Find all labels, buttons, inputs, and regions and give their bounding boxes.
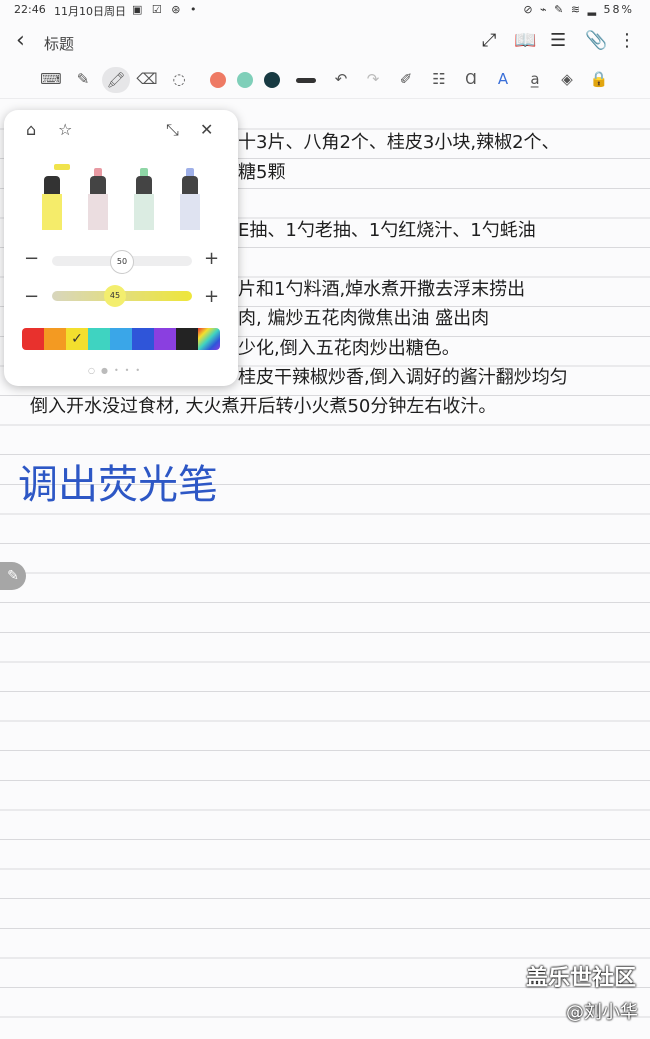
note-line: 少化,倒入五花肉炒出糖色。 (238, 338, 460, 359)
attach-icon[interactable]: 📎 (585, 30, 607, 51)
align-icon[interactable]: ☷ (428, 70, 450, 88)
note-line: 肉, 煸炒五花肉微焦出油 盛出肉 (238, 308, 490, 329)
size-decrease-button[interactable]: − (24, 248, 39, 269)
shape-icon[interactable]: ✐ (395, 70, 417, 88)
redo-icon[interactable]: ↷ (362, 70, 384, 88)
opacity-increase-button[interactable]: + (204, 286, 219, 307)
more-options-icon[interactable]: ⋮ (618, 30, 636, 51)
fill-icon[interactable]: ◈ (556, 70, 578, 88)
note-line: 十3片、八角2个、桂皮3小块,辣椒2个、 (238, 132, 560, 153)
pen-icon[interactable]: ✎ (72, 70, 94, 88)
palette-purple[interactable] (154, 328, 176, 350)
note-line: 倒入开水没过食材, 大火煮开后转小火煮50分钟左右收汁。 (30, 396, 497, 417)
highlighter-icon[interactable]: 🖍 (102, 67, 130, 93)
color-palette: ✓ (22, 328, 220, 350)
highlighter-settings-popup: ⌂ ☆ ⤡ ✕ − 50 + − 45 + ✓ ○●••• (4, 110, 238, 386)
checkmark-icon: ✓ (71, 331, 83, 347)
green-highlighter[interactable] (134, 162, 154, 230)
palette-red[interactable] (22, 328, 44, 350)
size-increase-button[interactable]: + (204, 248, 219, 269)
stroke-width-icon[interactable] (296, 78, 316, 83)
undo-icon[interactable]: ↶ (330, 70, 352, 88)
text-style-icon[interactable]: Ɑ (460, 70, 482, 88)
palette-teal[interactable] (88, 328, 110, 350)
status-date: 11月10日周日 (54, 5, 126, 18)
status-bar: 22:46 11月10日周日 ▣ ☑ ⊛ • ⊘ ⌁ ✎ ≋ ▂ 58% (0, 0, 650, 20)
size-slider-knob[interactable]: 50 (110, 250, 134, 274)
palette-yellow-selected[interactable]: ✓ (66, 328, 88, 350)
color-swatch-mint[interactable] (237, 72, 253, 88)
watermark-community: 盖乐世社区 (525, 966, 636, 991)
palette-orange[interactable] (44, 328, 66, 350)
lock-icon[interactable]: 🔒 (588, 70, 610, 88)
palette-sky-blue[interactable] (110, 328, 132, 350)
note-line: E抽、1勺老抽、1勺红烧汁、1勺蚝油 (238, 220, 536, 241)
back-icon[interactable]: ‹ (16, 28, 25, 53)
note-line: 桂皮干辣椒炒香,倒入调好的酱汁翻炒均匀 (238, 367, 568, 388)
status-icons: ▣ ☑ ⊛ • (132, 3, 200, 16)
expand-icon[interactable]: ⤢ (482, 30, 496, 51)
note-line: 片和1勺料酒,焯水煮开撒去浮末捞出 (238, 279, 526, 300)
book-view-icon[interactable]: 📖 (514, 30, 536, 51)
title-bar: ‹ 标题 ⤢ 📖 ☰ 📎 ⋮ (0, 20, 650, 62)
text-effect-icon[interactable]: A (492, 70, 514, 88)
palette-black[interactable] (176, 328, 198, 350)
color-swatch-coral[interactable] (210, 72, 226, 88)
handwritten-title: 调出荧光笔 (18, 462, 218, 508)
keyboard-icon[interactable]: ⌨ (40, 70, 62, 88)
blue-highlighter[interactable] (180, 162, 200, 230)
yellow-highlighter[interactable] (42, 162, 70, 230)
lasso-icon[interactable]: ◌ (168, 70, 190, 88)
page-list-icon[interactable]: ☰ (550, 30, 566, 51)
favorite-star-icon[interactable]: ☆ (58, 120, 72, 139)
status-time: 22:46 (14, 3, 46, 16)
eraser-icon[interactable]: ⌫ (136, 70, 158, 88)
drawing-toolbar: ⌨ ✎ 🖍 ⌫ ◌ ↶ ↷ ✐ ☷ Ɑ A a̲ ◈ 🔒 (0, 62, 650, 99)
close-icon[interactable]: ✕ (200, 120, 213, 139)
palette-custom-color[interactable] (198, 328, 220, 350)
note-title[interactable]: 标题 (44, 33, 74, 54)
opacity-decrease-button[interactable]: − (24, 286, 39, 307)
palette-blue[interactable] (132, 328, 154, 350)
pen-settings-icon[interactable]: ⌂ (26, 120, 36, 139)
collapse-icon[interactable]: ⤡ (166, 120, 179, 140)
note-line: 糖5颗 (238, 162, 286, 183)
page-indicator: ○●••• (88, 366, 147, 375)
pink-highlighter[interactable] (88, 162, 108, 230)
text-box-icon[interactable]: a̲ (524, 70, 546, 88)
color-swatch-dark-teal[interactable] (264, 72, 280, 88)
watermark-author: @刘小华 (566, 1002, 638, 1023)
opacity-slider-knob[interactable]: 45 (104, 285, 126, 307)
status-right-icons: ⊘ ⌁ ✎ ≋ ▂ 58% (523, 3, 634, 16)
